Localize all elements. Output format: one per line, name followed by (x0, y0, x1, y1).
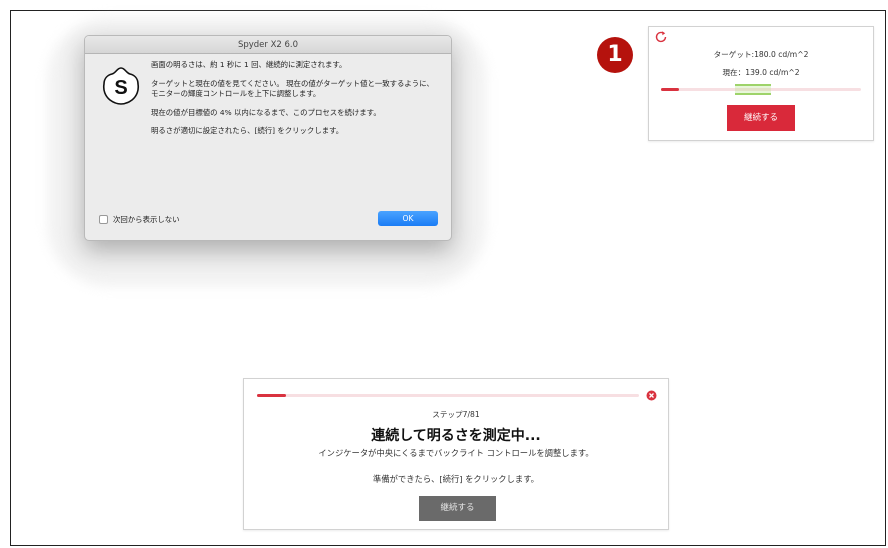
progress-description: インジケータが中央にくるまでバックライト コントロールを調整します。 (318, 448, 594, 458)
progress-instruction: 準備ができたら、[続行] をクリックします。 (373, 474, 539, 484)
progress-heading: 連続して明るさを測定中... (371, 428, 541, 444)
refresh-icon[interactable] (654, 30, 668, 44)
step-counter: ステップ7/81 (432, 410, 480, 419)
dont-show-again-row[interactable]: 次回から表示しない (99, 214, 180, 225)
dont-show-again-checkbox[interactable] (99, 215, 108, 224)
logo-letter: S (114, 77, 127, 99)
info-dialog: Spyder X2 6.0 S 画面の明るさは、約 1 秒に 1 回、継続的に測… (84, 35, 452, 241)
current-value: 現在：139.0 cd/m^2 (722, 68, 800, 77)
dialog-paragraph-1: 画面の明るさは、約 1 秒に 1 回、継続的に測定されます。 (151, 60, 347, 69)
continue-button[interactable]: 継続する (727, 105, 795, 131)
ok-button[interactable]: OK (378, 211, 438, 226)
continue-button-disabled[interactable]: 継続する (419, 496, 496, 521)
spyder-logo-icon: S (101, 66, 141, 106)
dont-show-again-label: 次回から表示しない (113, 215, 180, 224)
progress-panel: ステップ7/81 連続して明るさを測定中... インジケータが中央にくるまでバッ… (243, 378, 669, 530)
close-circle-icon[interactable] (646, 390, 657, 401)
target-value: ターゲット:180.0 cd/m^2 (713, 50, 809, 59)
brightness-meter-fill (661, 88, 679, 91)
dialog-paragraph-2: ターゲットと現在の値を見てください。 現在の値がターゲット値と一致するように、モ… (151, 78, 434, 99)
step-progress-fill (257, 394, 286, 397)
measurement-panel: ターゲット:180.0 cd/m^2 現在：139.0 cd/m^2 継続する (648, 26, 874, 141)
dialog-title: Spyder X2 6.0 (85, 36, 451, 54)
step-progress-track (257, 394, 639, 397)
dialog-paragraph-3: 現在の値が目標値の 4% 以内になるまで、このプロセスを続けます。 (151, 107, 381, 117)
dialog-paragraph-4: 明るさが適切に設定されたら、[続行] をクリックします。 (151, 126, 344, 135)
step-number-badge: 1 (597, 37, 633, 73)
target-zone-indicator (735, 84, 771, 95)
dialog-body: 画面の明るさは、約 1 秒に 1 回、継続的に測定されます。 ターゲットと現在の… (151, 60, 441, 145)
